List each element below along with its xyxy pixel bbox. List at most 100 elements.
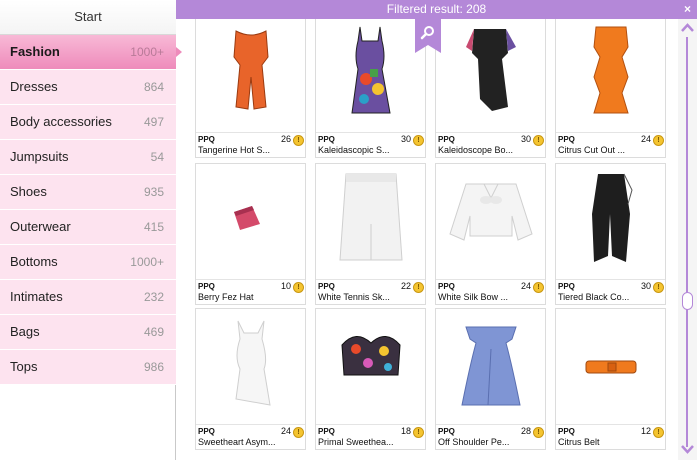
orange-belt-icon bbox=[585, 360, 637, 374]
item-brand: PPQ bbox=[318, 427, 335, 436]
category-list: Fashion 1000+ Dresses 864 Body accessori… bbox=[0, 35, 182, 385]
category-count: 415 bbox=[143, 220, 164, 234]
item-card[interactable]: PPQ 26! Tangerine Hot S... bbox=[195, 19, 306, 158]
category-count: 864 bbox=[143, 80, 164, 94]
item-price: 24 bbox=[520, 281, 531, 291]
magnifier-icon bbox=[415, 19, 441, 53]
category-label: Bottoms bbox=[10, 254, 58, 269]
item-thumbnail[interactable] bbox=[196, 309, 305, 425]
print-bustier-icon bbox=[341, 336, 401, 376]
item-card[interactable]: PPQ 18! Primal Sweethea... bbox=[315, 308, 426, 450]
category-label: Intimates bbox=[10, 289, 63, 304]
item-name: Tiered Black Co... bbox=[558, 292, 630, 302]
category-item-shoes[interactable]: Shoes 935 bbox=[0, 175, 176, 210]
white-bow-blouse-icon bbox=[449, 183, 533, 241]
item-thumbnail[interactable] bbox=[556, 309, 665, 425]
category-count: 469 bbox=[143, 325, 164, 339]
item-brand: PPQ bbox=[198, 282, 215, 291]
item-name: Berry Fez Hat bbox=[198, 292, 254, 302]
category-label: Tops bbox=[10, 359, 38, 374]
category-item-body-accessories[interactable]: Body accessories 497 bbox=[0, 105, 176, 140]
item-thumbnail[interactable] bbox=[316, 164, 425, 280]
app-window: Start Fashion 1000+ Dresses 864 Body acc… bbox=[0, 0, 697, 460]
item-brand: PPQ bbox=[198, 427, 215, 436]
item-thumbnail[interactable] bbox=[436, 309, 545, 425]
item-price: 10 bbox=[280, 281, 291, 291]
category-sidebar: Start Fashion 1000+ Dresses 864 Body acc… bbox=[0, 0, 182, 460]
item-price: 18 bbox=[400, 426, 411, 436]
category-label: Fashion bbox=[10, 44, 60, 59]
item-thumbnail[interactable] bbox=[196, 164, 305, 280]
item-card[interactable]: PPQ 12! Citrus Belt bbox=[555, 308, 666, 450]
item-card[interactable]: PPQ 24! White Silk Bow ... bbox=[435, 163, 546, 305]
category-count: 935 bbox=[143, 185, 164, 199]
search-tab-button[interactable] bbox=[415, 19, 441, 53]
category-item-bags[interactable]: Bags 469 bbox=[0, 315, 176, 350]
item-price: 30 bbox=[640, 281, 651, 291]
item-card[interactable]: PPQ 24! Sweetheart Asym... bbox=[195, 308, 306, 450]
item-card[interactable]: PPQ 30! Kaleidascopic S... bbox=[315, 19, 426, 158]
item-grid: PPQ 26! Tangerine Hot S... PPQ 30! Kaleidasco… bbox=[176, 19, 678, 460]
item-thumbnail[interactable] bbox=[196, 19, 305, 133]
category-count: 54 bbox=[150, 150, 164, 164]
blue-offshoulder-dress-icon bbox=[461, 326, 521, 406]
item-name: Kaleidoscope Bo... bbox=[438, 145, 514, 155]
category-count: 1000+ bbox=[130, 255, 164, 269]
category-item-dresses[interactable]: Dresses 864 bbox=[0, 70, 176, 105]
item-card[interactable]: PPQ 24! Citrus Cut Out ... bbox=[555, 19, 666, 158]
item-card[interactable]: PPQ 28! Off Shoulder Pe... bbox=[435, 308, 546, 450]
item-name: Citrus Cut Out ... bbox=[558, 145, 626, 155]
item-thumbnail[interactable] bbox=[436, 164, 545, 280]
start-button[interactable]: Start bbox=[0, 0, 176, 35]
chevron-up-icon[interactable] bbox=[681, 23, 694, 33]
item-thumbnail[interactable] bbox=[556, 164, 665, 280]
item-card[interactable]: PPQ 30! Kaleidoscope Bo... bbox=[435, 19, 546, 158]
category-count: 497 bbox=[143, 115, 164, 129]
category-label: Outerwear bbox=[10, 219, 71, 234]
black-wrap-dress-icon bbox=[466, 29, 516, 111]
item-name: Citrus Belt bbox=[558, 437, 600, 447]
vertical-scrollbar[interactable] bbox=[678, 19, 697, 460]
category-count: 986 bbox=[143, 360, 164, 374]
item-price: 24 bbox=[280, 426, 291, 436]
category-item-outerwear[interactable]: Outerwear 415 bbox=[0, 210, 176, 245]
scroll-thumb[interactable] bbox=[682, 291, 693, 310]
close-button[interactable]: × bbox=[684, 0, 691, 18]
category-item-tops[interactable]: Tops 986 bbox=[0, 350, 176, 385]
item-brand: PPQ bbox=[558, 427, 575, 436]
item-name: Primal Sweethea... bbox=[318, 437, 394, 447]
category-label: Jumpsuits bbox=[10, 149, 69, 164]
category-label: Shoes bbox=[10, 184, 47, 199]
item-name: Sweetheart Asym... bbox=[198, 437, 276, 447]
item-brand: PPQ bbox=[558, 282, 575, 291]
chevron-down-icon[interactable] bbox=[681, 444, 694, 454]
item-brand: PPQ bbox=[438, 282, 455, 291]
item-brand: PPQ bbox=[438, 427, 455, 436]
item-brand: PPQ bbox=[198, 135, 215, 144]
category-count: 1000+ bbox=[130, 45, 164, 59]
item-thumbnail[interactable] bbox=[556, 19, 665, 133]
item-name: White Tennis Sk... bbox=[318, 292, 390, 302]
category-item-jumpsuits[interactable]: Jumpsuits 54 bbox=[0, 140, 176, 175]
item-thumbnail[interactable] bbox=[436, 19, 545, 133]
item-thumbnail[interactable] bbox=[316, 19, 425, 133]
item-card[interactable]: PPQ 22! White Tennis Sk... bbox=[315, 163, 426, 305]
item-card[interactable]: PPQ 10! Berry Fez Hat bbox=[195, 163, 306, 305]
item-brand: PPQ bbox=[438, 135, 455, 144]
item-thumbnail[interactable] bbox=[316, 309, 425, 425]
berry-fez-hat-icon bbox=[234, 206, 260, 230]
item-price: 24 bbox=[640, 134, 651, 144]
item-name: White Silk Bow ... bbox=[438, 292, 509, 302]
item-card[interactable]: PPQ 30! Tiered Black Co... bbox=[555, 163, 666, 305]
filter-result-bar: Filtered result: 208 × bbox=[176, 0, 697, 19]
category-item-bottoms[interactable]: Bottoms 1000+ bbox=[0, 245, 176, 280]
filter-result-text: Filtered result: 208 bbox=[386, 2, 487, 16]
category-label: Body accessories bbox=[10, 114, 112, 129]
category-item-intimates[interactable]: Intimates 232 bbox=[0, 280, 176, 315]
item-name: Tangerine Hot S... bbox=[198, 145, 271, 155]
white-skirt-icon bbox=[339, 173, 403, 261]
orange-strapless-romper-icon bbox=[233, 30, 269, 110]
category-item-fashion[interactable]: Fashion 1000+ bbox=[0, 35, 182, 70]
scroll-track[interactable] bbox=[686, 37, 688, 447]
item-price: 12 bbox=[640, 426, 651, 436]
